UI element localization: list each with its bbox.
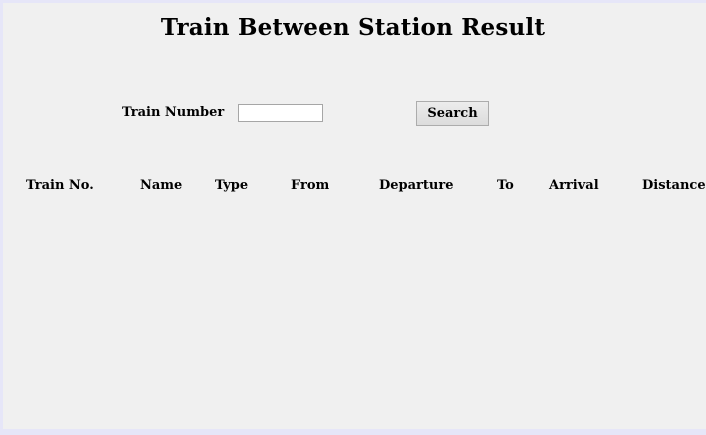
column-header-arrival: Arrival <box>549 178 599 193</box>
page-title: Train Between Station Result <box>160 14 546 41</box>
column-header-departure: Departure <box>379 178 454 193</box>
train-number-label: Train Number <box>122 105 225 120</box>
column-header-name: Name <box>140 178 183 193</box>
results-table-body <box>3 200 706 429</box>
train-number-input[interactable] <box>238 104 323 122</box>
column-header-train-no: Train No. <box>26 178 94 193</box>
column-header-type: Type <box>215 178 249 193</box>
search-button[interactable]: Search <box>416 101 489 126</box>
column-header-distance: Distance <box>642 178 706 193</box>
column-header-from: From <box>291 178 330 193</box>
column-header-to: To <box>497 178 514 193</box>
